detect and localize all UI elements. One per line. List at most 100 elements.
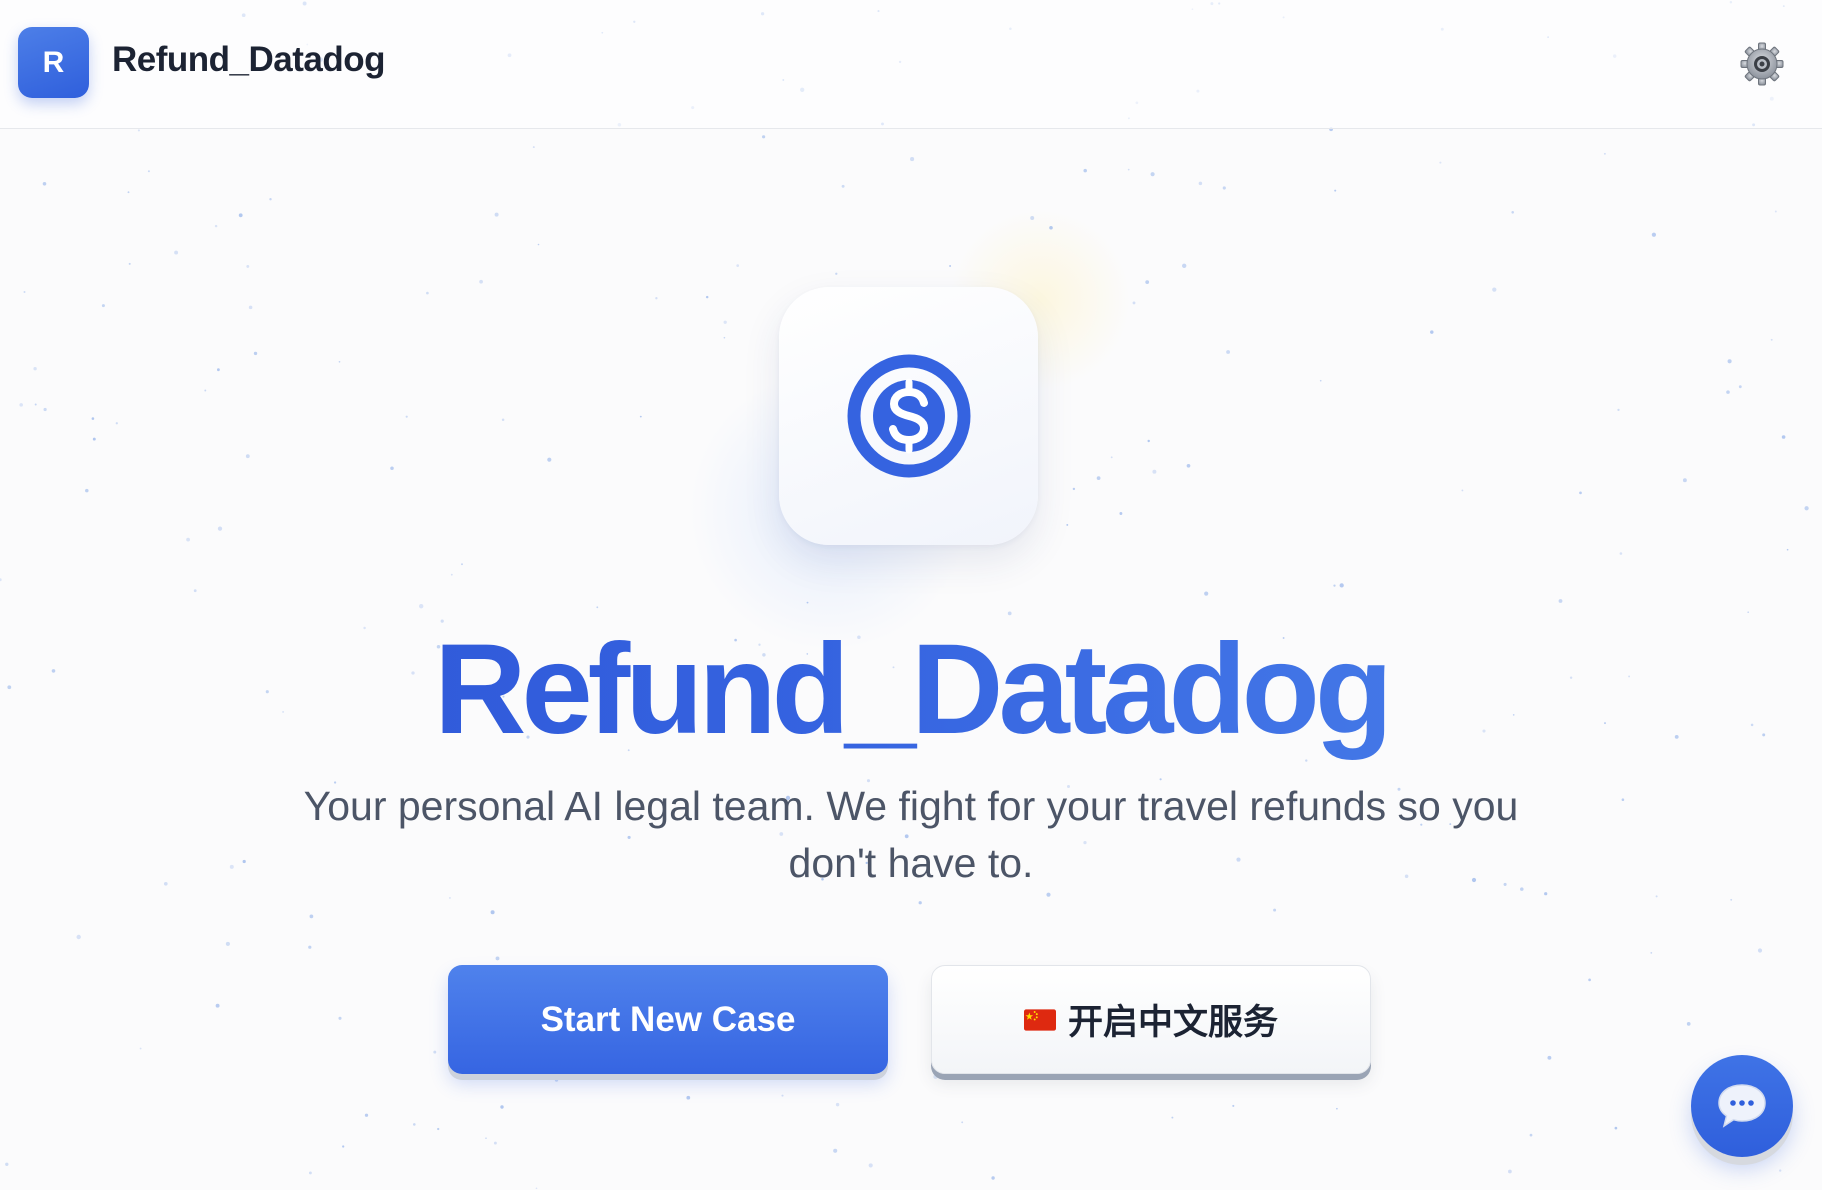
background-dot	[450, 573, 453, 576]
settings-button[interactable]	[1738, 40, 1786, 88]
background-dot	[405, 415, 408, 418]
background-dot	[833, 1148, 838, 1153]
background-dot	[1558, 599, 1563, 603]
background-dot	[1619, 552, 1623, 555]
background-dot	[115, 422, 118, 425]
background-dot	[841, 184, 845, 188]
background-dot	[485, 1137, 487, 1140]
background-dot	[338, 1016, 342, 1020]
background-dot	[1508, 1169, 1512, 1174]
background-dot	[1336, 1107, 1338, 1110]
background-dot	[535, 1187, 538, 1190]
background-dot	[961, 1121, 964, 1124]
logo-letter: R	[42, 45, 65, 79]
background-dot	[705, 295, 709, 299]
background-dot	[1650, 952, 1653, 954]
background-dot	[19, 403, 23, 407]
china-flag-icon	[1023, 1008, 1056, 1031]
background-dot	[493, 1141, 497, 1145]
background-dot	[1083, 168, 1087, 173]
background-dot	[127, 191, 130, 194]
background-dot	[215, 1003, 220, 1008]
background-dot	[835, 272, 838, 275]
background-dot	[655, 297, 658, 300]
background-dot	[596, 606, 599, 609]
brand-name[interactable]: Refund_Datadog	[112, 40, 386, 80]
background-dot	[1182, 263, 1187, 268]
background-dot	[76, 934, 81, 940]
background-dot	[1152, 469, 1157, 474]
background-dot	[949, 265, 952, 267]
background-dot	[43, 407, 47, 412]
background-dot	[1145, 280, 1150, 284]
background-dot	[1617, 408, 1620, 412]
hero-subtitle: Your personal AI legal team. We fight fo…	[303, 783, 1519, 886]
background-dot	[1226, 350, 1231, 354]
background-dot	[34, 403, 37, 406]
hero-icon-card	[779, 287, 1038, 545]
background-dot	[1430, 330, 1434, 334]
background-dot	[723, 320, 727, 324]
background-dot	[309, 914, 314, 919]
background-dot	[101, 304, 105, 308]
start-new-case-button[interactable]: Start New Case	[448, 965, 888, 1074]
background-dot	[918, 901, 922, 905]
background-dot	[490, 910, 495, 915]
background-dot	[991, 1176, 995, 1180]
background-dot	[1786, 548, 1789, 551]
background-dot	[139, 1047, 142, 1050]
background-dot	[1779, 1169, 1782, 1172]
background-dot	[245, 454, 250, 459]
background-dot	[128, 262, 131, 265]
background-dot	[1579, 491, 1582, 495]
background-dot	[217, 368, 220, 372]
background-dot	[1119, 512, 1123, 515]
background-dot	[308, 945, 312, 949]
background-dot	[1511, 211, 1514, 214]
background-dot	[1030, 216, 1035, 220]
background-dot	[461, 563, 463, 566]
background-dot	[1132, 301, 1136, 305]
background-dot	[1232, 1104, 1235, 1107]
background-dot	[1147, 439, 1150, 443]
background-dot	[1333, 584, 1336, 587]
background-dot	[426, 291, 429, 295]
app-logo[interactable]: R	[18, 27, 89, 98]
background-dot	[91, 417, 95, 420]
background-dot	[137, 129, 140, 132]
background-dot	[1621, 798, 1625, 801]
background-dot	[1049, 226, 1053, 230]
background-dot	[342, 1145, 345, 1148]
background-dot	[448, 896, 451, 899]
top-header: R Refund_Datadog	[0, 0, 1822, 129]
dollar-circle-icon	[847, 354, 970, 478]
background-dot	[686, 1095, 691, 1100]
chat-button[interactable]	[1691, 1055, 1793, 1157]
background-dot	[248, 305, 253, 310]
background-dot	[269, 198, 272, 201]
chinese-service-button[interactable]: 开启中文服务	[931, 965, 1371, 1074]
background-dot	[225, 941, 230, 946]
background-dot	[1273, 908, 1277, 912]
background-dot	[1072, 487, 1076, 491]
background-dot	[147, 170, 150, 173]
background-dot	[494, 212, 499, 217]
start-new-case-label: Start New Case	[540, 999, 796, 1039]
background-dot	[1781, 435, 1786, 439]
background-dot	[532, 146, 535, 149]
background-dot	[308, 1171, 312, 1175]
background-dot	[1603, 152, 1606, 155]
background-dot	[1770, 338, 1773, 341]
background-dot	[1730, 898, 1733, 901]
background-dot	[910, 157, 915, 162]
background-dot	[1727, 359, 1732, 364]
background-dot	[1682, 478, 1687, 483]
background-dot	[1547, 1055, 1552, 1060]
background-dot	[92, 437, 96, 441]
background-dot	[1529, 1133, 1533, 1137]
background-dot	[1655, 895, 1658, 898]
background-dot	[163, 881, 168, 886]
background-dot	[723, 336, 726, 339]
background-dot	[868, 1163, 873, 1168]
background-dot	[186, 537, 190, 542]
